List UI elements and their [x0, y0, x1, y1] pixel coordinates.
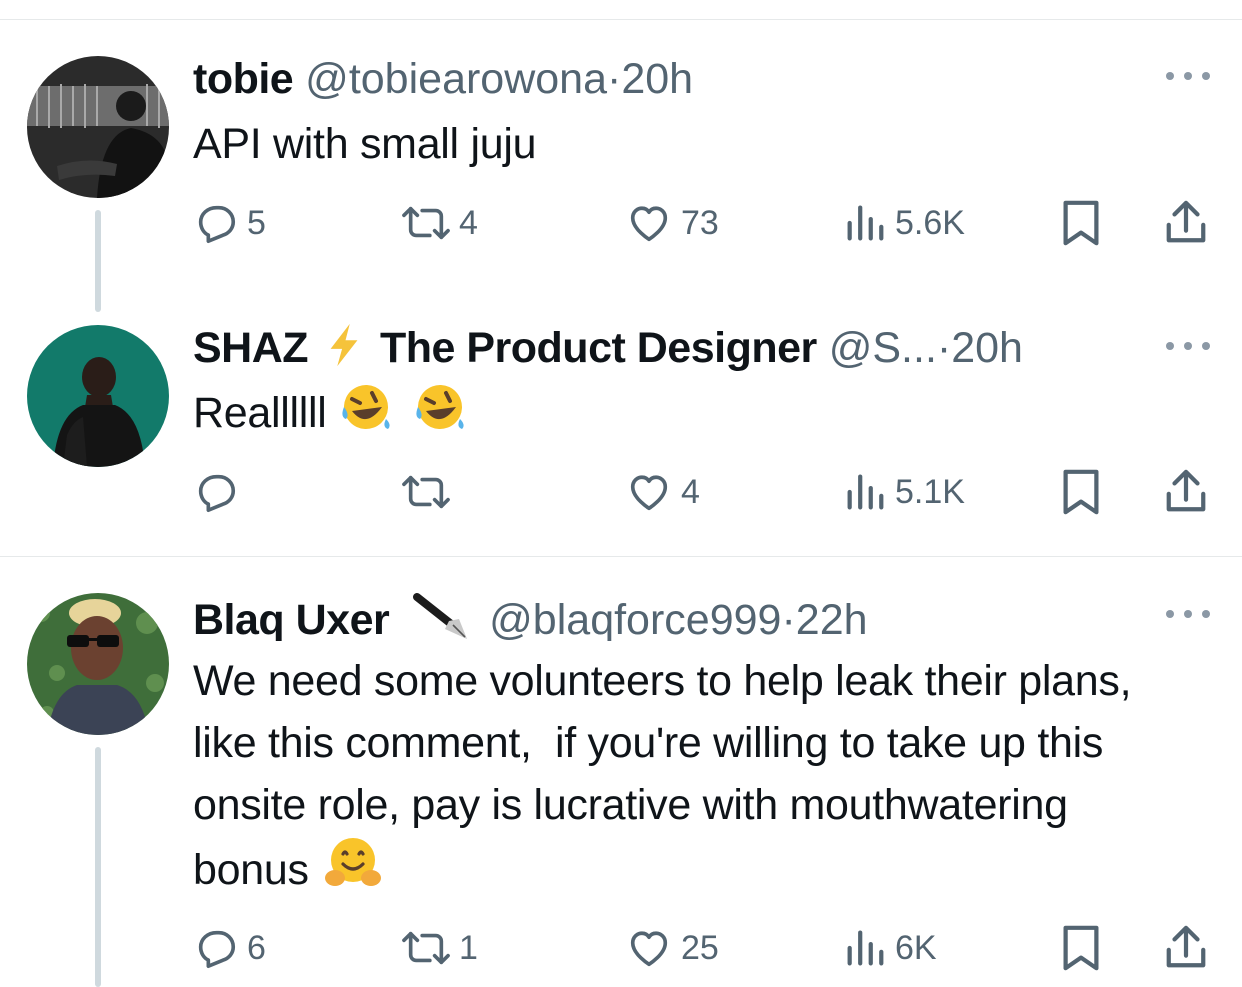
like-count: 4: [681, 472, 700, 511]
avatar-shaz[interactable]: [27, 325, 169, 467]
author-handle[interactable]: @tobiearowona: [305, 55, 607, 103]
bookmark-button[interactable]: [1059, 467, 1103, 517]
like-icon: [625, 469, 673, 515]
share-button[interactable]: [1163, 923, 1209, 973]
like-icon: [625, 200, 673, 246]
repost-count: 1: [459, 928, 478, 967]
tweet-actions: 4 5.1K: [193, 467, 1213, 517]
rofl-emoji: [338, 381, 394, 450]
views-count: 6K: [895, 928, 937, 967]
tweet-text: Reallllll: [193, 381, 1132, 450]
like-button[interactable]: 73: [625, 198, 719, 248]
bookmark-icon: [1059, 198, 1103, 248]
bookmark-button[interactable]: [1059, 923, 1103, 973]
share-icon: [1163, 467, 1209, 517]
separator: ·: [936, 323, 952, 372]
share-icon: [1163, 198, 1209, 248]
timestamp[interactable]: 22h: [796, 596, 868, 641]
share-button[interactable]: [1163, 467, 1209, 517]
reply-icon: [193, 200, 239, 246]
reply-button[interactable]: 5: [193, 198, 266, 248]
views-button[interactable]: 5.1K: [843, 467, 965, 517]
author-name-rest[interactable]: The Product Designer: [380, 324, 817, 372]
repost-icon: [401, 200, 451, 246]
reply-icon: [193, 469, 239, 515]
author-handle[interactable]: @S...: [829, 324, 937, 372]
repost-icon: [401, 469, 451, 515]
more-icon[interactable]: [1166, 336, 1210, 356]
avatar-blaq-uxer[interactable]: [27, 593, 169, 735]
views-button[interactable]: 5.6K: [843, 198, 965, 248]
author-name[interactable]: tobie: [193, 55, 294, 103]
author-handle[interactable]: @blaqforce999: [489, 596, 781, 641]
reply-button[interactable]: [193, 467, 247, 517]
author-name[interactable]: SHAZ: [193, 324, 309, 372]
tweet-text-body: Reallllll: [193, 388, 327, 437]
views-count: 5.1K: [895, 472, 965, 511]
thread-line: [95, 210, 101, 312]
like-count: 25: [681, 928, 719, 967]
like-icon: [625, 925, 673, 971]
tweet-text: API with small juju: [193, 120, 537, 168]
more-icon[interactable]: [1166, 604, 1210, 624]
hugging-emoji: [323, 836, 383, 909]
timestamp[interactable]: 20h: [621, 55, 693, 103]
views-button[interactable]: 6K: [843, 923, 937, 973]
tweet-actions: 6 1 25 6K: [193, 923, 1213, 973]
repost-button[interactable]: [401, 467, 459, 517]
separator: ·: [607, 55, 622, 103]
thread-line: [95, 747, 101, 987]
fountain-pen-emoji: [411, 591, 471, 641]
tweet-header: Blaq Uxer @blaqforce999·22h: [193, 591, 1162, 641]
separator: ·: [781, 595, 796, 641]
rofl-emoji: [412, 381, 468, 450]
bookmark-icon: [1059, 467, 1103, 517]
repost-button[interactable]: 4: [401, 198, 478, 248]
reply-icon: [193, 925, 239, 971]
repost-button[interactable]: 1: [401, 923, 478, 973]
views-icon: [843, 200, 887, 246]
author-name[interactable]: Blaq Uxer: [193, 596, 390, 641]
tweet-header: tobie @tobiearowona·20h: [193, 54, 1162, 104]
timestamp[interactable]: 20h: [951, 324, 1023, 372]
like-count: 73: [681, 203, 719, 242]
like-button[interactable]: 4: [625, 467, 700, 517]
tweet-header: SHAZ The Product Designer @S...·20h: [193, 322, 1162, 372]
views-count: 5.6K: [895, 203, 965, 242]
tweet-shaz[interactable]: SHAZ The Product Designer @S...·20h Real…: [0, 310, 1242, 556]
share-button[interactable]: [1163, 198, 1209, 248]
reply-count: 6: [247, 928, 266, 967]
views-icon: [843, 925, 887, 971]
avatar-tobie[interactable]: [27, 56, 169, 198]
tweet-actions: 5 4 73 5.6K: [193, 198, 1213, 248]
tweet-tobie[interactable]: tobie @tobiearowona·20h API with small j…: [0, 20, 1242, 312]
more-icon[interactable]: [1166, 66, 1210, 86]
tweet-text: We need some volunteers to help leak the…: [193, 650, 1132, 909]
reply-count: 5: [247, 203, 266, 242]
repost-count: 4: [459, 203, 478, 242]
views-icon: [843, 469, 887, 515]
reply-button[interactable]: 6: [193, 923, 266, 973]
bookmark-icon: [1059, 923, 1103, 973]
bookmark-button[interactable]: [1059, 198, 1103, 248]
repost-icon: [401, 925, 451, 971]
share-icon: [1163, 923, 1209, 973]
lightning-emoji: [324, 322, 364, 372]
tweet-blaq-uxer[interactable]: Blaq Uxer @blaqforce999·22h We need some…: [0, 557, 1242, 987]
like-button[interactable]: 25: [625, 923, 719, 973]
